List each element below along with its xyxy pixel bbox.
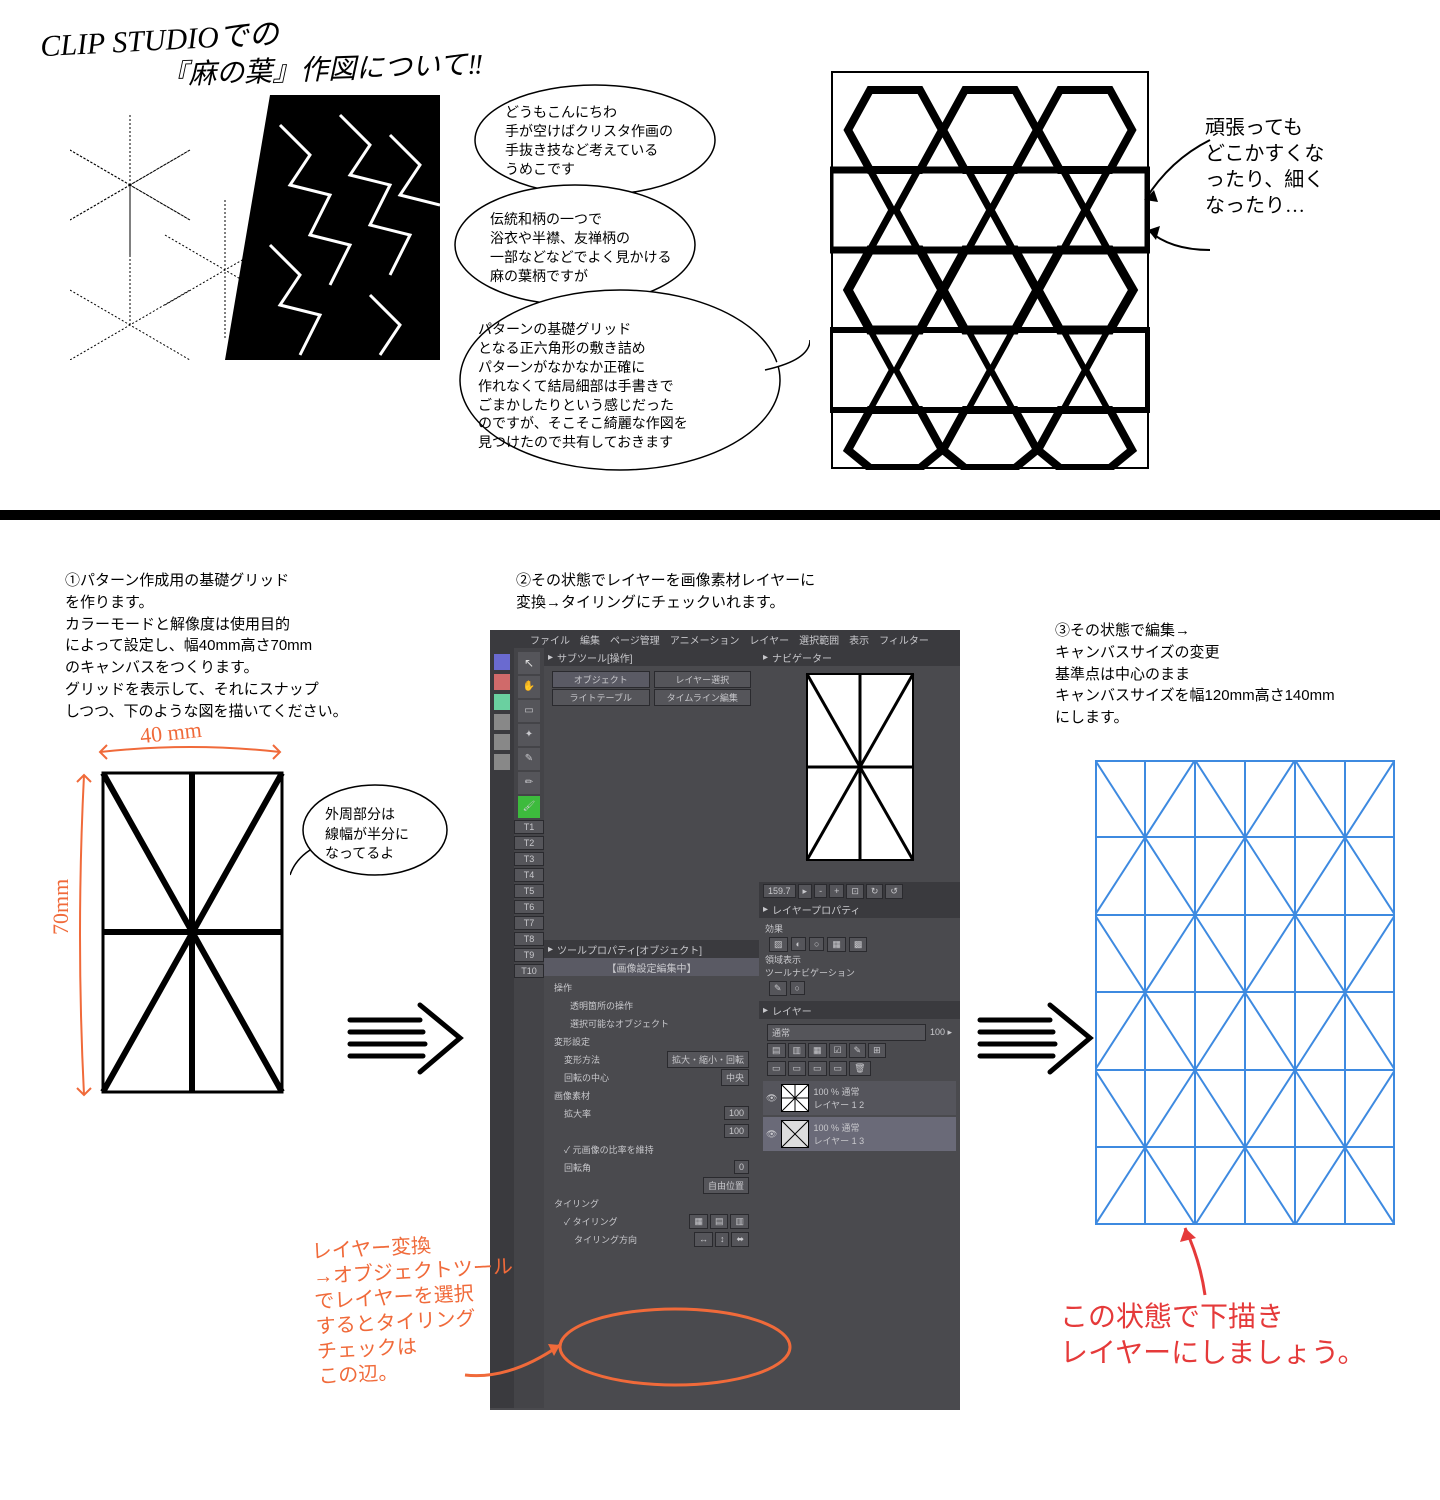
tool-icon[interactable] xyxy=(494,714,510,730)
toolnav-icons[interactable]: ✎○ xyxy=(765,979,954,997)
preset-t2[interactable]: T2 xyxy=(514,836,544,850)
outer-note-text: 外周部分は 線幅が半分に なってるよ xyxy=(325,805,409,864)
timeline-subtool[interactable]: タイムライン編集 xyxy=(654,689,752,706)
pen-icon[interactable]: ✏ xyxy=(518,772,540,794)
base-unit-figure xyxy=(100,770,285,1095)
tool-nav-label: ツールナビゲーション xyxy=(765,966,954,979)
side-note-right: 頑張っても どこかすくな ったり、細く なったり… xyxy=(1205,115,1324,219)
preset-t6[interactable]: T6 xyxy=(514,900,544,914)
preset-t4[interactable]: T4 xyxy=(514,868,544,882)
tool-icon[interactable] xyxy=(494,654,510,670)
light-table-subtool[interactable]: ライトテーブル xyxy=(552,689,650,706)
effect-label: 効果 xyxy=(765,922,954,935)
keep-ratio-check[interactable]: ✓ 元画像の比率を維持 xyxy=(550,1140,753,1158)
tool-icon[interactable] xyxy=(494,754,510,770)
big-arrow-2 xyxy=(975,1000,1105,1080)
preset-t5[interactable]: T5 xyxy=(514,884,544,898)
wand-icon[interactable]: ✦ xyxy=(518,724,540,746)
tool-presets-bar[interactable]: ↖ ✋ ▭ ✦ ✎ ✏ 🖌 T1 T2 T3 T4 T5 T6 T7 T8 T9… xyxy=(514,648,544,1408)
navigator-controls[interactable]: 159.7▸-+⊡↻↺ xyxy=(759,882,960,900)
toolprop-header[interactable]: ▸ツールプロパティ[オブジェクト] xyxy=(544,940,759,958)
dim-height-label: 70mm xyxy=(48,879,74,935)
step1-text: ①パターン作成用の基礎グリッド を作ります。 カラーモードと解像度は使用目的 に… xyxy=(65,570,348,722)
preset-t7[interactable]: T7 xyxy=(514,916,544,930)
blend-mode[interactable]: 通常100 ▸ xyxy=(763,1023,956,1041)
editing-banner: 【画像設定編集中】 xyxy=(544,958,759,976)
rotation-row[interactable]: 回転角0 xyxy=(550,1158,753,1176)
navigator-thumbnail[interactable] xyxy=(805,672,915,862)
object-subtool[interactable]: オブジェクト xyxy=(552,671,650,688)
section-divider xyxy=(0,510,1440,520)
tiling-circle-annotation xyxy=(555,1305,795,1395)
tiled-result xyxy=(1095,760,1395,1225)
layer-header[interactable]: ▸レイヤー xyxy=(759,1001,960,1019)
asanoha-sample xyxy=(70,95,440,360)
bubble-1-text: どうもこんにちわ 手が空けばクリスタ作画の 手抜き技など考えている うめこです xyxy=(505,103,673,179)
step2-text: ②その状態でレイヤーを画像素材レイヤーに 変換→タイリングにチェックいれます。 xyxy=(516,570,815,614)
hexagon-grid xyxy=(830,70,1150,470)
tiling-section: タイリング xyxy=(550,1194,753,1212)
layer-icon-row[interactable]: ▤▥▦☑✎⊞ xyxy=(763,1041,956,1059)
layer-select-subtool[interactable]: レイヤー選択 xyxy=(654,671,752,688)
brush-icon[interactable]: 🖌 xyxy=(518,796,540,818)
preset-t10[interactable]: T10 xyxy=(514,964,544,978)
red-arrow xyxy=(1170,1220,1240,1300)
preset-t3[interactable]: T3 xyxy=(514,852,544,866)
big-arrow-1 xyxy=(345,1000,475,1080)
preset-t9[interactable]: T9 xyxy=(514,948,544,962)
transform-method[interactable]: 変形方法拡大・縮小・回転 xyxy=(550,1050,753,1068)
step2-handnote: レイヤー変換 →オブジェクトツール でレイヤーを選択 するとタイリング チェック… xyxy=(311,1230,519,1390)
scale-row[interactable]: 拡大率100 xyxy=(550,1104,753,1122)
cursor-icon[interactable]: ↖ xyxy=(518,652,540,674)
clipstudio-window: ファイル編集ページ管理アニメーションレイヤー選択範囲表示フィルター ↖ ✋ ▭ … xyxy=(490,630,960,1410)
dim-height-arrow xyxy=(72,770,97,1100)
navigator-header[interactable]: ▸ナビゲーター xyxy=(759,648,960,666)
selectable-obj[interactable]: 選択可能なオブジェクト xyxy=(550,1014,753,1032)
area-display-label: 領域表示 xyxy=(765,953,954,966)
layer-icon-row2[interactable]: ▭▭▭▭🗑 xyxy=(763,1059,956,1077)
op-section: 操作 xyxy=(550,978,753,996)
preset-t1[interactable]: T1 xyxy=(514,820,544,834)
layerprop-header[interactable]: ▸レイヤープロパティ xyxy=(759,900,960,918)
hand-icon[interactable]: ✋ xyxy=(518,676,540,698)
dim-width-arrow xyxy=(95,740,285,765)
menu-bar[interactable]: ファイル編集ページ管理アニメーションレイヤー選択範囲表示フィルター xyxy=(490,630,960,648)
rotation-center[interactable]: 回転の中心中央 xyxy=(550,1068,753,1086)
tiling-check[interactable]: ✓ タイリング▦▤▥ xyxy=(550,1212,753,1230)
effect-icons[interactable]: ▨◐○▦▩ xyxy=(765,935,954,953)
eyedrop-icon[interactable]: ✎ xyxy=(518,748,540,770)
transparent-op[interactable]: 透明箇所の操作 xyxy=(550,996,753,1014)
free-position[interactable]: 自由位置 xyxy=(550,1176,753,1194)
tiling-direction[interactable]: タイリング方向↔↕⬌ xyxy=(550,1230,753,1248)
image-material-section: 画像素材 xyxy=(550,1086,753,1104)
layer-row-2[interactable]: 👁 100 % 通常 レイヤー 1 3 xyxy=(763,1117,956,1151)
step3-text: ③その状態で編集→ キャンバスサイズの変更 基準点は中心のまま キャンバスサイズ… xyxy=(1055,620,1335,729)
bubble-2-text: 伝統和柄の一つで 浴衣や半襟、友禅柄の 一部などなどでよく見かける 麻の葉柄です… xyxy=(490,210,671,286)
transform-section: 変形設定 xyxy=(550,1032,753,1050)
bubble-3-text: パターンの基礎グリッド となる正六角形の敷き詰め パターンがなかなか正確に 作れ… xyxy=(478,320,688,452)
step3-handnote: この状態で下描き レイヤーにしましょう。 xyxy=(1060,1300,1365,1373)
marquee-icon[interactable]: ▭ xyxy=(518,700,540,722)
subtool-header[interactable]: ▸サブツール[操作] xyxy=(544,648,759,666)
layer-row-1[interactable]: 👁 100 % 通常 レイヤー 1 2 xyxy=(763,1081,956,1115)
tool-icon[interactable] xyxy=(494,694,510,710)
tool-icon[interactable] xyxy=(494,734,510,750)
preset-t8[interactable]: T8 xyxy=(514,932,544,946)
tool-icon[interactable] xyxy=(494,674,510,690)
